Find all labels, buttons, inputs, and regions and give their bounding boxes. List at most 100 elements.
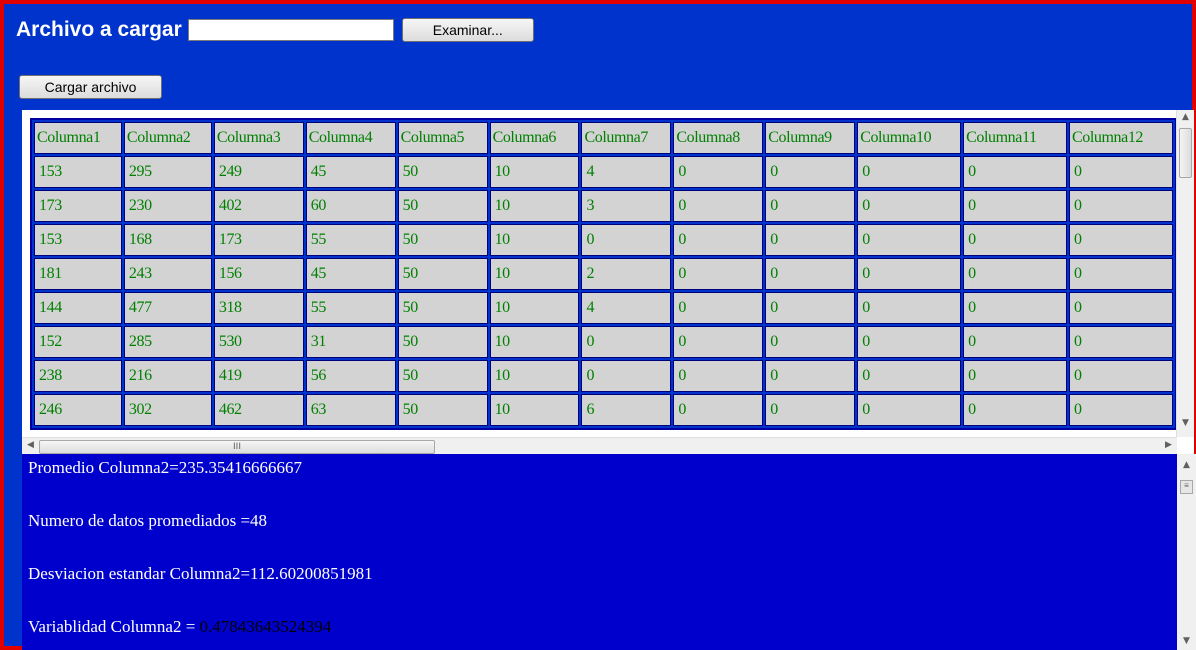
table-cell: 0 bbox=[765, 360, 856, 392]
table-cell: 0 bbox=[765, 326, 856, 358]
variability-value: 0.47843643524394 bbox=[199, 617, 332, 636]
table-cell: 0 bbox=[673, 360, 764, 392]
table-cell: 243 bbox=[123, 258, 212, 290]
table-cell: 173 bbox=[213, 224, 304, 256]
table-cell: 285 bbox=[123, 326, 212, 358]
table-row: 153 168 173 55 50 10 0 0 0 0 0 0 bbox=[34, 224, 1173, 256]
table-cell: 10 bbox=[489, 394, 580, 426]
table-cell: 462 bbox=[213, 394, 304, 426]
average-text: Promedio Columna2=235.35416666667 bbox=[28, 458, 303, 477]
table-cell: 477 bbox=[123, 292, 212, 324]
table-cell: 50 bbox=[397, 292, 488, 324]
table-cell: 0 bbox=[857, 394, 962, 426]
table-cell: 0 bbox=[857, 326, 962, 358]
table-cell: 6 bbox=[581, 394, 672, 426]
table-cell: 302 bbox=[123, 394, 212, 426]
table-cell: 3 bbox=[581, 190, 672, 222]
table-cell: 0 bbox=[857, 258, 962, 290]
table-cell: 0 bbox=[963, 224, 1067, 256]
column-header: Columna11 bbox=[963, 122, 1067, 154]
table-cell: 249 bbox=[213, 156, 304, 188]
table-row: 144 477 318 55 50 10 4 0 0 0 0 0 bbox=[34, 292, 1173, 324]
scroll-left-arrow-icon[interactable]: ◀ bbox=[22, 440, 39, 450]
table-cell: 0 bbox=[765, 190, 856, 222]
table-cell: 4 bbox=[581, 156, 672, 188]
table-cell: 56 bbox=[305, 360, 396, 392]
table-row: 173 230 402 60 50 10 3 0 0 0 0 0 bbox=[34, 190, 1173, 222]
table-cell: 10 bbox=[489, 190, 580, 222]
table-horizontal-scrollbar[interactable]: ◀ III ▶ bbox=[22, 437, 1177, 454]
std-dev-text: Desviacion estandar Columna2=112.6020085… bbox=[28, 564, 373, 583]
table-cell: 0 bbox=[1068, 190, 1173, 222]
table-cell: 0 bbox=[1068, 292, 1173, 324]
column-header: Columna4 bbox=[305, 122, 396, 154]
table-cell: 0 bbox=[1068, 224, 1173, 256]
scroll-right-arrow-icon[interactable]: ▶ bbox=[1160, 440, 1177, 450]
table-cell: 10 bbox=[489, 258, 580, 290]
column-header: Columna2 bbox=[123, 122, 212, 154]
table-cell: 230 bbox=[123, 190, 212, 222]
column-header: Columna1 bbox=[34, 122, 122, 154]
stats-vertical-scrollbar[interactable]: ▲ ≡ ▼ bbox=[1177, 454, 1196, 650]
table-cell: 10 bbox=[489, 224, 580, 256]
table-cell: 50 bbox=[397, 394, 488, 426]
column-header: Columna10 bbox=[857, 122, 962, 154]
table-cell: 0 bbox=[857, 292, 962, 324]
load-file-button[interactable]: Cargar archivo bbox=[19, 75, 162, 99]
table-cell: 0 bbox=[857, 190, 962, 222]
table-cell: 0 bbox=[963, 394, 1067, 426]
table-cell: 318 bbox=[213, 292, 304, 324]
table-cell: 0 bbox=[857, 360, 962, 392]
table-cell: 50 bbox=[397, 360, 488, 392]
browse-button[interactable]: Examinar... bbox=[401, 18, 534, 42]
table-cell: 295 bbox=[123, 156, 212, 188]
table-cell: 238 bbox=[34, 360, 122, 392]
table-cell: 168 bbox=[123, 224, 212, 256]
table-cell: 246 bbox=[34, 394, 122, 426]
file-path-input[interactable] bbox=[187, 19, 394, 41]
table-cell: 0 bbox=[1068, 258, 1173, 290]
table-cell: 4 bbox=[581, 292, 672, 324]
stats-scroll-down-arrow-icon[interactable]: ▼ bbox=[1178, 636, 1195, 646]
table-row: 246 302 462 63 50 10 6 0 0 0 0 0 bbox=[34, 394, 1173, 426]
table-cell: 0 bbox=[765, 394, 856, 426]
table-cell: 0 bbox=[765, 156, 856, 188]
stats-scroll-up-arrow-icon[interactable]: ▲ bbox=[1178, 460, 1195, 470]
page-frame: Archivo a cargar Examinar... Cargar arch… bbox=[0, 0, 1196, 650]
table-cell: 0 bbox=[963, 360, 1067, 392]
table-cell: 0 bbox=[581, 360, 672, 392]
table-cell: 55 bbox=[305, 292, 396, 324]
table-cell: 50 bbox=[397, 156, 488, 188]
table-cell: 0 bbox=[963, 190, 1067, 222]
scroll-up-arrow-icon[interactable]: ▲ bbox=[1177, 112, 1194, 122]
stats-scroll-thumb[interactable]: ≡ bbox=[1180, 480, 1193, 494]
table-cell: 153 bbox=[34, 156, 122, 188]
table-cell: 0 bbox=[857, 224, 962, 256]
table-cell: 153 bbox=[34, 224, 122, 256]
table-cell: 530 bbox=[213, 326, 304, 358]
table-cell: 0 bbox=[673, 224, 764, 256]
table-cell: 0 bbox=[765, 258, 856, 290]
table-cell: 144 bbox=[34, 292, 122, 324]
table-cell: 0 bbox=[673, 156, 764, 188]
table-cell: 50 bbox=[397, 224, 488, 256]
vertical-scroll-thumb[interactable] bbox=[1179, 128, 1192, 178]
table-cell: 0 bbox=[581, 224, 672, 256]
column-header: Columna8 bbox=[673, 122, 764, 154]
table-cell: 0 bbox=[765, 224, 856, 256]
table-cell: 60 bbox=[305, 190, 396, 222]
table-cell: 0 bbox=[673, 258, 764, 290]
column-header: Columna9 bbox=[765, 122, 856, 154]
table-cell: 0 bbox=[673, 326, 764, 358]
table-cell: 216 bbox=[123, 360, 212, 392]
horizontal-scroll-thumb[interactable]: III bbox=[39, 440, 435, 454]
table-row: 152 285 530 31 50 10 0 0 0 0 0 0 bbox=[34, 326, 1173, 358]
table-viewport: Columna1 Columna2 Columna3 Columna4 Columna5… bbox=[22, 110, 1177, 433]
table-row: 153 295 249 45 50 10 4 0 0 0 0 0 bbox=[34, 156, 1173, 188]
table-cell: 50 bbox=[397, 190, 488, 222]
scroll-down-arrow-icon[interactable]: ▼ bbox=[1177, 418, 1194, 428]
column-header: Columna12 bbox=[1068, 122, 1173, 154]
table-vertical-scrollbar[interactable]: ▲ ▼ bbox=[1176, 110, 1194, 437]
variability-label: Variablidad Columna2 = bbox=[28, 617, 200, 636]
table-cell: 0 bbox=[857, 156, 962, 188]
